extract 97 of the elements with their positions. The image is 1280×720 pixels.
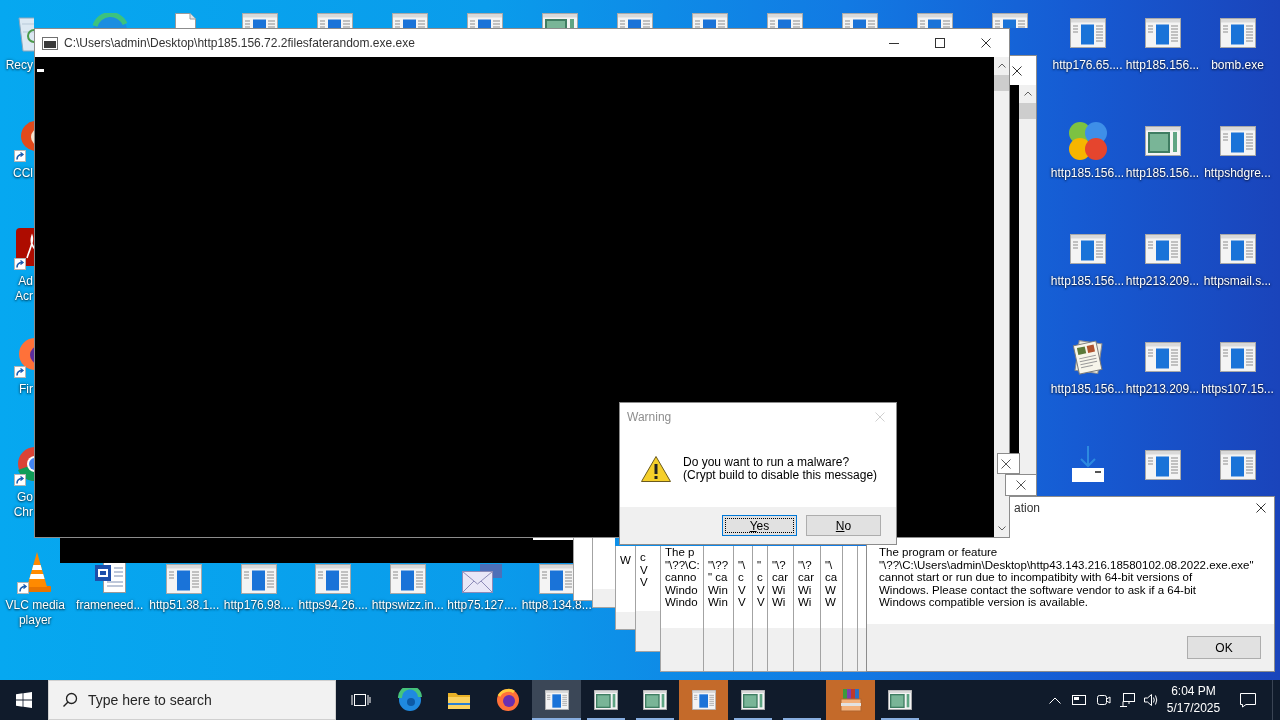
close-icon[interactable] — [1256, 503, 1266, 513]
search-field[interactable]: Type here to search — [48, 680, 336, 720]
scrollbar[interactable] — [994, 57, 1009, 537]
scroll-up-icon[interactable] — [997, 63, 1006, 68]
close-icon[interactable] — [1012, 65, 1022, 76]
notification-icon[interactable] — [1239, 692, 1257, 708]
clock-time[interactable]: 6:04 PM — [1171, 683, 1216, 700]
dialog-text: "\ ca W W — [825, 558, 839, 609]
scrollbar-thumb[interactable] — [994, 75, 1009, 91]
dialog-text: "\? car Wi Wi — [772, 558, 789, 609]
program-icon[interactable] — [1144, 126, 1181, 156]
folder-icon[interactable] — [446, 690, 471, 710]
dialog-text: " c V V — [757, 558, 766, 609]
icon-label: http213.209... — [1125, 274, 1200, 289]
icon-label: bomb.exe — [1211, 58, 1264, 73]
dialog-message: Do you want to run a malware? (Crypt build to disable this message) — [683, 456, 878, 482]
icon-label: frameneed... — [76, 598, 144, 613]
program-icon[interactable] — [1144, 450, 1181, 480]
app-shortcut-icon[interactable] — [14, 228, 34, 270]
icon-label: VLC media player — [4, 598, 66, 628]
scrollbar[interactable] — [1019, 85, 1036, 475]
document-icon[interactable] — [92, 560, 127, 594]
ok-button[interactable]: OK — [1187, 636, 1261, 659]
icon-label: http185.156... — [1125, 58, 1200, 73]
icon-label: httpswizz.in... — [371, 598, 444, 613]
icon-label: httpsmail.s... — [1203, 274, 1272, 289]
program-icon[interactable] — [1219, 450, 1256, 480]
icon-label: Recy — [5, 58, 34, 73]
dialog-text: W — [620, 554, 632, 567]
dialog-text: "\? car Wi Wi — [798, 558, 815, 609]
dialog-title: ation — [1014, 501, 1041, 515]
windows-logo-icon[interactable] — [16, 692, 32, 708]
maximize-icon[interactable] — [935, 38, 945, 48]
close-icon[interactable] — [981, 38, 991, 48]
task-view-icon[interactable] — [350, 692, 371, 708]
icon-label: CCl — [13, 166, 34, 181]
program-icon[interactable] — [740, 690, 765, 710]
icon-label: http176.65.... — [1052, 58, 1123, 73]
close-icon[interactable] — [1016, 480, 1026, 490]
close-icon[interactable] — [1001, 459, 1011, 469]
program-icon[interactable] — [642, 690, 667, 710]
search-icon — [62, 692, 78, 708]
program-icon[interactable] — [1219, 18, 1256, 48]
dialog-button[interactable]: No — [806, 515, 881, 536]
chevron-up-icon[interactable] — [1049, 696, 1061, 704]
icon-label: https94.26.... — [298, 598, 368, 613]
warning-icon — [640, 455, 672, 483]
text-cursor-icon — [37, 69, 44, 72]
icon-label: Fir — [19, 382, 34, 397]
program-icon[interactable] — [1144, 342, 1181, 372]
network-icon[interactable] — [1119, 692, 1135, 708]
icon-label: http185.156... — [1050, 274, 1125, 289]
dialog-text: "\?? " ca Win Win — [708, 558, 730, 609]
browser-icon[interactable] — [397, 688, 422, 712]
program-icon[interactable] — [1219, 234, 1256, 264]
camera-icon[interactable] — [1095, 692, 1111, 708]
program-icon[interactable] — [593, 690, 618, 710]
icon-label: httpshdgre... — [1204, 166, 1271, 181]
scrollbar-thumb[interactable] — [1019, 103, 1036, 119]
books-box-icon[interactable] — [838, 688, 863, 712]
envelope-icon[interactable] — [460, 562, 505, 594]
console-icon — [42, 36, 58, 50]
icon-label: http213.209... — [1125, 382, 1200, 397]
window-title: C:\Users\admin\Desktop\http185.156.72.2filesfaterandom.exe.exe — [64, 36, 415, 50]
icon-label: http176.98.... — [223, 598, 294, 613]
program-icon[interactable] — [887, 690, 912, 710]
close-icon — [875, 412, 885, 422]
device-icon[interactable] — [1071, 692, 1087, 708]
dialog-text: c V V — [640, 551, 649, 589]
icon-label: http75.127.... — [447, 598, 518, 613]
speaker-icon[interactable] — [1143, 692, 1159, 708]
icon-label: https107.15... — [1201, 382, 1274, 397]
icon-label: http185.156... — [1050, 382, 1125, 397]
program-icon[interactable] — [1219, 126, 1256, 156]
scroll-down-icon[interactable] — [997, 526, 1006, 531]
dialog-button[interactable]: Yes — [722, 515, 797, 536]
dialog-text: The p "\??\C: canno Windo Windo — [665, 546, 701, 609]
program-icon[interactable] — [1219, 342, 1256, 372]
icon-label: http185.156... — [1125, 166, 1200, 181]
browser-icon[interactable] — [495, 688, 520, 712]
dialog-message: The program or feature "\??\C:\Users\admin\Desktop\http43.143.216.18580102.08.2022.exe.exe" cannot start or run due to incompatibity with 64-bit versions of Windows. Please contact the software vendor to ask if a 64-bit Windows compatible version is available. — [879, 546, 1254, 609]
icon-label: http51.38.1... — [149, 598, 220, 613]
icon-label: http185.156... — [1050, 166, 1125, 181]
program-icon[interactable] — [544, 690, 569, 710]
scroll-up-icon[interactable] — [1023, 91, 1032, 96]
icon-label: Go Chr — [12, 490, 34, 520]
taskbar-button[interactable] — [532, 680, 581, 720]
dialog-text: "\ c V V — [738, 558, 747, 609]
icon-label: http8.134.8... — [521, 598, 592, 613]
minimize-icon[interactable] — [889, 42, 899, 44]
dialog-title: Warning — [627, 410, 672, 424]
clock-date[interactable]: 5/17/2025 — [1166, 700, 1221, 717]
program-icon[interactable] — [1144, 18, 1181, 48]
icon-label: Ad Acr — [14, 274, 34, 304]
program-icon[interactable] — [1144, 234, 1181, 264]
recycle-bin-icon[interactable] — [17, 14, 34, 52]
dialog-window — [573, 538, 592, 601]
